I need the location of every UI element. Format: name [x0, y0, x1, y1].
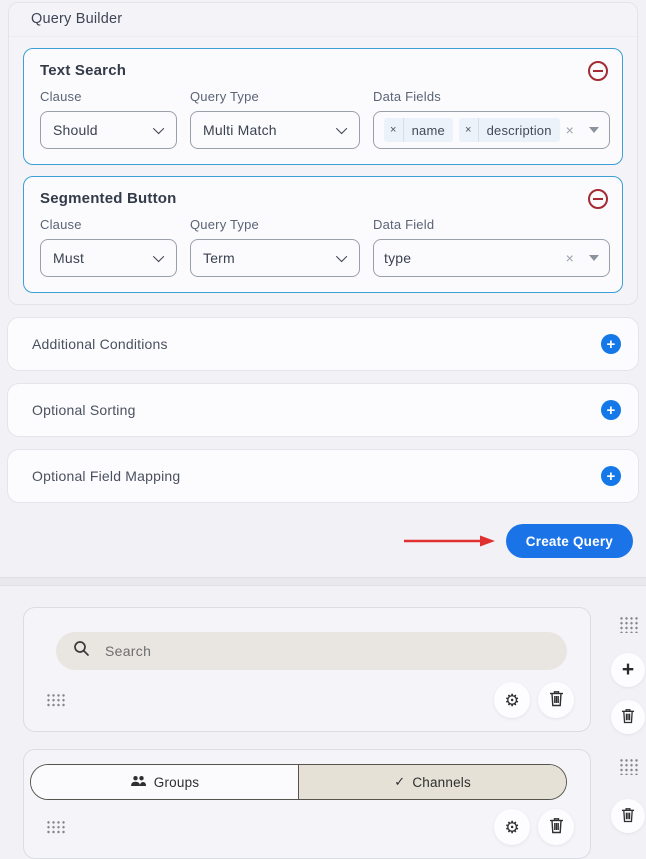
red-arrow-annotation: [402, 534, 496, 548]
delete-button[interactable]: [538, 682, 575, 718]
condition-card-text-search: Text Search Clause Should Query Type Mul…: [23, 48, 623, 165]
query-type-value: Multi Match: [203, 122, 277, 138]
data-fields-label: Data Fields: [373, 89, 441, 104]
search-bar[interactable]: [56, 632, 568, 670]
condition-card-segmented-button: Segmented Button Clause Must Query Type …: [23, 176, 623, 293]
card-bottom-bar: ⚙: [46, 682, 575, 718]
gear-icon: ⚙: [504, 690, 520, 710]
chevron-down-icon: [335, 250, 348, 263]
query-type-field: Query Type Term: [190, 217, 360, 277]
accordion-label: Optional Sorting: [32, 402, 136, 418]
create-query-button[interactable]: Create Query: [505, 524, 633, 558]
card-actions: ⚙: [494, 682, 575, 718]
data-field-value: type: [384, 250, 412, 266]
data-field-select[interactable]: type ×: [373, 239, 610, 277]
data-field-field: Data Field type ×: [373, 217, 610, 277]
query-type-label: Query Type: [190, 89, 259, 104]
gear-icon: ⚙: [504, 817, 520, 837]
query-type-value: Term: [203, 250, 235, 266]
query-builder-panel: Query Builder Text Search Clause Should …: [8, 2, 638, 305]
field-tag: × name: [384, 118, 453, 142]
clear-icon[interactable]: ×: [566, 250, 574, 266]
settings-button[interactable]: ⚙: [494, 682, 531, 718]
clear-all-icon[interactable]: ×: [566, 122, 574, 138]
condition-title: Segmented Button: [40, 190, 177, 207]
trash-icon: [621, 807, 635, 826]
drag-handle-icon[interactable]: [46, 692, 65, 708]
accordion-optional-sorting[interactable]: Optional Sorting +: [7, 383, 639, 437]
chevron-down-icon: [335, 122, 348, 135]
section-divider: [0, 577, 646, 586]
data-fields-multiselect[interactable]: × name × description ×: [373, 111, 610, 149]
caret-down-icon[interactable]: [589, 127, 600, 133]
tag-label: description: [486, 122, 552, 138]
segment-label: Groups: [153, 774, 200, 790]
field-tag: × description: [458, 118, 560, 142]
query-type-select[interactable]: Multi Match: [190, 111, 360, 149]
remove-tag-icon[interactable]: ×: [459, 118, 479, 142]
caret-down-icon[interactable]: [589, 255, 599, 261]
accordion-additional-conditions[interactable]: Additional Conditions +: [7, 317, 639, 371]
clause-value: Must: [53, 250, 85, 266]
clause-label: Clause: [40, 89, 82, 104]
expand-plus-icon[interactable]: +: [601, 334, 621, 354]
remove-condition-icon[interactable]: [588, 61, 608, 81]
delete-widget-button[interactable]: [611, 700, 646, 734]
search-widget-card: ⚙: [23, 607, 592, 732]
data-field-label: Data Field: [373, 217, 435, 232]
query-type-field: Query Type Multi Match: [190, 89, 360, 149]
segment-label: Channels: [412, 774, 471, 790]
widget-drag-handle-icon[interactable]: [618, 616, 638, 633]
search-widget-row: ⚙: [23, 607, 646, 734]
expand-plus-icon[interactable]: +: [601, 466, 621, 486]
add-widget-button[interactable]: +: [611, 653, 646, 687]
trash-icon: [549, 690, 564, 710]
remove-tag-icon[interactable]: ×: [384, 118, 404, 142]
clause-label: Clause: [40, 217, 82, 232]
accordion-optional-field-mapping[interactable]: Optional Field Mapping +: [7, 449, 639, 503]
tag-label: name: [411, 122, 445, 138]
plus-icon: +: [621, 658, 635, 681]
widget-rail: [610, 749, 646, 833]
chevron-down-icon: [152, 250, 165, 263]
check-icon: ✓: [394, 774, 406, 789]
search-icon: [73, 640, 90, 662]
people-icon: [130, 775, 147, 790]
accordion-label: Optional Field Mapping: [32, 468, 181, 484]
remove-condition-icon[interactable]: [588, 189, 608, 209]
clause-field: Clause Must: [40, 217, 177, 277]
segmented-widget-card: Groups ✓ Channels ⚙: [23, 749, 592, 859]
page-title: Query Builder: [9, 3, 637, 37]
accordion-label: Additional Conditions: [32, 336, 168, 352]
widget-drag-handle-icon[interactable]: [618, 758, 638, 775]
condition-title: Text Search: [40, 62, 127, 79]
create-query-row: Create Query: [0, 524, 633, 558]
segment-channels[interactable]: ✓ Channels: [299, 765, 567, 799]
data-fields-field: Data Fields × name × description ×: [373, 89, 610, 149]
fields-row: Clause Should Query Type Multi Match Dat…: [40, 89, 610, 149]
trash-icon: [549, 817, 564, 837]
search-input[interactable]: [105, 643, 505, 659]
segmented-control: Groups ✓ Channels: [30, 764, 568, 800]
expand-plus-icon[interactable]: +: [601, 400, 621, 420]
query-type-select[interactable]: Term: [190, 239, 360, 277]
trash-icon: [621, 708, 635, 727]
segmented-widget-row: Groups ✓ Channels ⚙: [23, 749, 646, 859]
fields-row: Clause Must Query Type Term Data Field t…: [40, 217, 610, 277]
clause-select[interactable]: Should: [40, 111, 177, 149]
clause-value: Should: [53, 122, 98, 138]
chevron-down-icon: [152, 122, 165, 135]
minus-icon: [593, 70, 603, 72]
query-type-label: Query Type: [190, 217, 259, 232]
delete-widget-button[interactable]: [611, 799, 646, 833]
segment-groups[interactable]: Groups: [31, 765, 300, 799]
drag-handle-icon[interactable]: [46, 819, 65, 835]
clause-field: Clause Should: [40, 89, 177, 149]
widget-rail: +: [610, 607, 646, 734]
minus-icon: [593, 198, 603, 200]
clause-select[interactable]: Must: [40, 239, 177, 277]
